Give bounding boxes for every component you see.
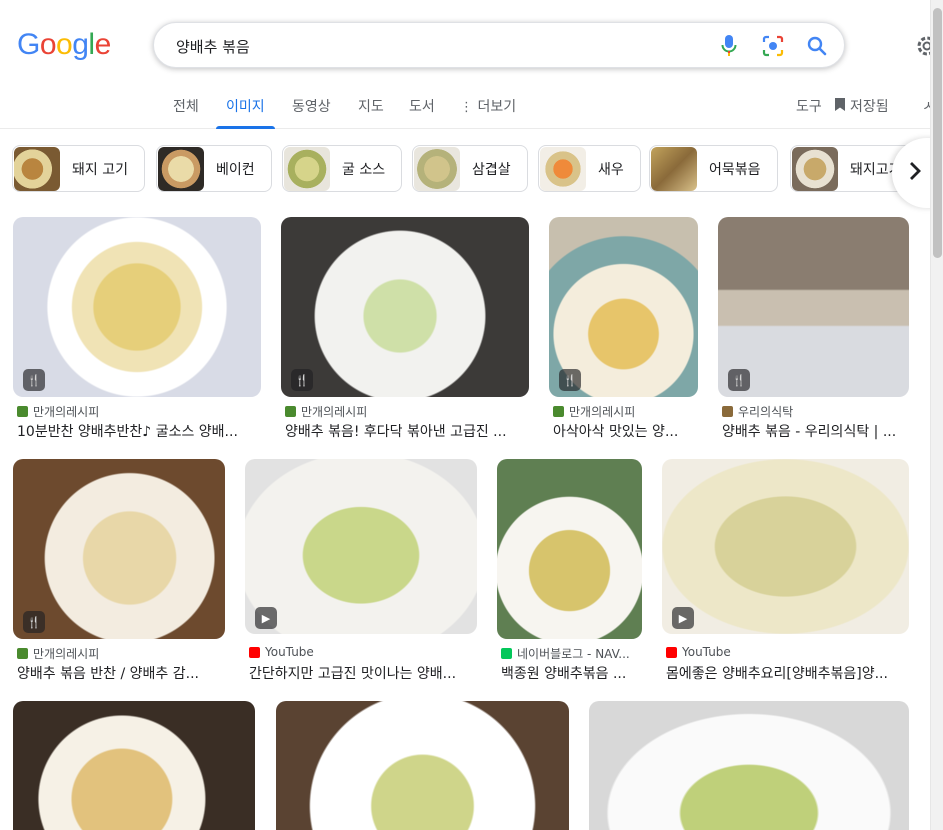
- image-result[interactable]: ▶ YouTube 간단하지만 고급진 맛이나는 양배...: [245, 459, 477, 689]
- search-input[interactable]: 양배추 볶음: [176, 36, 250, 57]
- page-scrollbar[interactable]: [930, 0, 943, 830]
- header: Google 양배추 볶음: [0, 0, 943, 88]
- tab-all[interactable]: 전체: [173, 96, 199, 128]
- result-thumbnail[interactable]: 🍴: [549, 217, 698, 397]
- tab-books[interactable]: 도서: [409, 96, 435, 128]
- chip-thumbnail: [158, 146, 204, 191]
- chip-thumbnail: [540, 146, 586, 191]
- result-title[interactable]: 몸에좋은 양배추요리[양배추볶음]양...: [666, 663, 909, 683]
- result-thumbnail[interactable]: 🍴: [13, 217, 261, 397]
- search-icon[interactable]: [804, 33, 830, 59]
- chip-oyster-sauce[interactable]: 굴 소스: [282, 145, 403, 192]
- search-box[interactable]: 양배추 볶음: [153, 22, 845, 68]
- active-tab-indicator: [216, 126, 275, 129]
- youtube-icon: [666, 646, 677, 658]
- chip-bacon[interactable]: 베이컨: [156, 145, 272, 192]
- recipe-icon: 🍴: [559, 369, 581, 391]
- chip-thumbnail: [414, 146, 460, 191]
- site-favicon-icon: [285, 406, 296, 417]
- site-favicon-icon: [17, 648, 28, 659]
- result-thumbnail[interactable]: [276, 701, 569, 830]
- scrollbar-thumb[interactable]: [933, 8, 942, 258]
- result-title[interactable]: 10분반찬 양배추반찬♪ 굴소스 양배...: [17, 421, 257, 441]
- result-thumbnail[interactable]: [589, 701, 909, 830]
- chip-fishcake[interactable]: 어묵볶음: [649, 145, 778, 192]
- more-vert-icon: ⋮: [460, 100, 473, 115]
- play-icon: ▶: [255, 607, 277, 629]
- result-title[interactable]: 양배추 볶음! 후다닥 볶아낸 고급진 ...: [285, 421, 525, 441]
- result-thumbnail[interactable]: 🍴: [281, 217, 529, 397]
- site-favicon-icon: [553, 406, 564, 417]
- result-thumbnail[interactable]: 🍴: [13, 459, 225, 639]
- tab-maps[interactable]: 지도: [358, 96, 384, 128]
- result-thumbnail[interactable]: ▶: [245, 459, 477, 634]
- recipe-icon: 🍴: [23, 611, 45, 633]
- chip-thumbnail: [792, 146, 838, 191]
- tab-videos[interactable]: 동영상: [292, 96, 331, 128]
- image-result[interactable]: [589, 701, 909, 830]
- camera-lens-icon[interactable]: [760, 33, 786, 59]
- image-result[interactable]: 🍴 만개의레시피 10분반찬 양배추반찬♪ 굴소스 양배...: [13, 217, 261, 447]
- tools-button[interactable]: 도구: [796, 96, 822, 116]
- tab-images[interactable]: 이미지: [216, 96, 275, 129]
- result-thumbnail[interactable]: 🍴: [718, 217, 909, 397]
- image-result[interactable]: 🍴 만개의레시피 아삭아삭 맛있는 양...: [549, 217, 698, 447]
- site-favicon-icon: [17, 406, 28, 417]
- result-title[interactable]: 양배추 볶음 반찬 / 양배추 감...: [17, 663, 222, 683]
- chevron-right-icon: [908, 161, 922, 185]
- image-result[interactable]: 네이버블로그 - NAV... 백종원 양배추볶음 ...: [497, 459, 642, 689]
- chip-thumbnail: [651, 146, 697, 191]
- image-result[interactable]: [276, 701, 569, 830]
- saved-button[interactable]: 저장됨: [834, 96, 889, 116]
- tab-more[interactable]: ⋮ 더보기: [460, 96, 516, 128]
- result-thumbnail[interactable]: [497, 459, 642, 639]
- youtube-icon: [249, 646, 260, 658]
- image-result[interactable]: 🍴 만개의레시피 양배추 볶음 반찬 / 양배추 감...: [13, 459, 225, 689]
- play-icon: ▶: [672, 607, 694, 629]
- image-result[interactable]: 🍴 우리의식탁 양배추 볶음 - 우리의식탁 | ...: [718, 217, 909, 447]
- microphone-icon[interactable]: [716, 33, 742, 59]
- image-result[interactable]: 🍴 만개의레시피 양배추 볶음! 후다닥 볶아낸 고급진 ...: [281, 217, 529, 447]
- result-title[interactable]: 양배추 볶음 - 우리의식탁 | ...: [722, 421, 909, 441]
- chip-pork[interactable]: 돼지 고기: [12, 145, 145, 192]
- bookmark-icon: [834, 97, 846, 116]
- recipe-icon: 🍴: [291, 369, 313, 391]
- search-tabs: 전체 이미지 동영상 지도 도서 ⋮ 더보기 도구 저장됨 ㅅ: [0, 88, 935, 129]
- result-title[interactable]: 백종원 양배추볶음 ...: [501, 663, 642, 683]
- chip-pork-belly[interactable]: 삼겹살: [412, 145, 528, 192]
- site-favicon-icon: [722, 406, 733, 417]
- recipe-icon: 🍴: [23, 369, 45, 391]
- image-result[interactable]: ▶ YouTube 몸에좋은 양배추요리[양배추볶음]양...: [662, 459, 909, 689]
- image-result[interactable]: [13, 701, 255, 830]
- chip-thumbnail: [284, 146, 330, 191]
- chip-thumbnail: [14, 146, 60, 191]
- result-thumbnail[interactable]: [13, 701, 255, 830]
- result-thumbnail[interactable]: ▶: [662, 459, 909, 634]
- recipe-icon: 🍴: [728, 369, 750, 391]
- google-logo[interactable]: Google: [17, 28, 111, 62]
- chip-shrimp[interactable]: 새우: [538, 145, 641, 192]
- result-title[interactable]: 아삭아삭 맛있는 양...: [553, 421, 698, 441]
- related-chips: 돼지 고기 베이컨 굴 소스 삼겹살 새우 어묵볶음 돼지고기: [0, 145, 930, 193]
- naver-icon: [501, 648, 512, 659]
- result-title[interactable]: 간단하지만 고급진 맛이나는 양배...: [249, 663, 477, 683]
